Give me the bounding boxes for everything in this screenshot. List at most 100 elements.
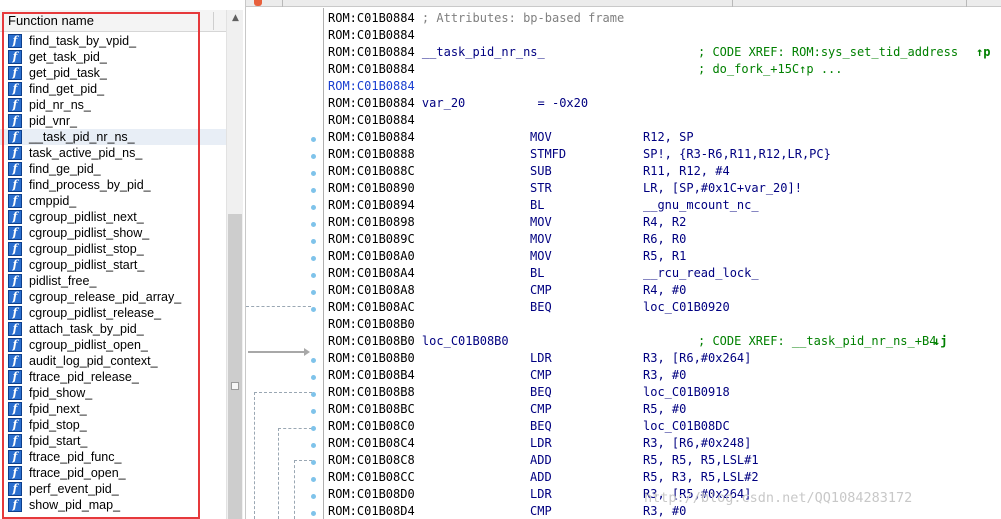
function-list-item[interactable]: f cgroup_release_pid_array_ xyxy=(0,289,226,305)
functions-window: Function name f find_task_by_vpid_ f get_ta… xyxy=(0,0,246,519)
disassembly-line[interactable]: ROM:C01B08CC ADD R5, R3, R5,LSL#2 xyxy=(328,469,998,486)
function-icon: f xyxy=(8,210,22,224)
disassembly-line[interactable]: ROM:C01B0884 ; do_fork_+15C↑p ... xyxy=(328,61,998,78)
disassembly-line[interactable]: ROM:C01B088C SUB R11, R12, #4 xyxy=(328,163,998,180)
xref-comment[interactable]: ; CODE XREF: __task_pid_nr_ns_+B4 xyxy=(698,333,936,350)
address-label: ROM:C01B088C xyxy=(328,164,415,178)
instruction-operands[interactable]: R3, [R6,#0x248] xyxy=(643,435,751,452)
function-list-scrollbar[interactable]: ▲ xyxy=(226,10,243,519)
disassembly-line[interactable]: ROM:C01B089C MOV R6, R0 xyxy=(328,231,998,248)
flow-line xyxy=(294,460,312,461)
function-list-item[interactable]: f pid_nr_ns_ xyxy=(0,97,226,113)
scroll-up-arrow-icon[interactable]: ▲ xyxy=(227,10,244,27)
instruction-operands[interactable]: LR, [SP,#0x1C+var_20]! xyxy=(643,180,802,197)
function-name-label: fpid_show_ xyxy=(29,386,93,400)
function-list-item[interactable]: f cgroup_pidlist_show_ xyxy=(0,225,226,241)
column-separator[interactable] xyxy=(213,12,214,30)
code-label[interactable]: __task_pid_nr_ns_ xyxy=(415,45,545,59)
disassembly-line[interactable]: ROM:C01B08B0 loc_C01B08B0 ; CODE XREF: __… xyxy=(328,333,998,350)
function-list-item[interactable]: f audit_log_pid_context_ xyxy=(0,353,226,369)
function-list-item[interactable]: f get_task_pid_ xyxy=(0,49,226,65)
instruction-operands[interactable]: R5, R3, R5,LSL#2 xyxy=(643,469,759,486)
address-label: ROM:C01B0888 xyxy=(328,147,415,161)
function-list-item[interactable]: f show_pid_map_ xyxy=(0,497,226,513)
disassembly-line[interactable]: ROM:C01B0884 xyxy=(328,78,998,95)
disassembly-line[interactable]: ROM:C01B0890 STR LR, [SP,#0x1C+var_20]! xyxy=(328,180,998,197)
instruction-operands[interactable]: R3, [R6,#0x264] xyxy=(643,350,751,367)
function-list-item[interactable]: f ftrace_pid_release_ xyxy=(0,369,226,385)
function-list-item[interactable]: f cgroup_pidlist_open_ xyxy=(0,337,226,353)
function-list-item[interactable]: f fpid_stop_ xyxy=(0,417,226,433)
function-list-item[interactable]: f cgroup_pidlist_start_ xyxy=(0,257,226,273)
function-list-item[interactable]: f __task_pid_nr_ns_ xyxy=(0,129,226,145)
instruction-operands[interactable]: R6, R0 xyxy=(643,231,686,248)
function-list-item[interactable]: f ftrace_pid_func_ xyxy=(0,449,226,465)
disassembly-view[interactable]: ROM:C01B0884 ; Attributes: bp-based fram… xyxy=(323,8,1001,519)
instruction-mnemonic: BL xyxy=(530,198,545,212)
function-list-item[interactable]: f attach_task_by_pid_ xyxy=(0,321,226,337)
function-list-item[interactable]: f pid_vnr_ xyxy=(0,113,226,129)
tab-active-indicator[interactable] xyxy=(254,0,262,6)
code-label[interactable]: loc_C01B08B0 xyxy=(415,334,509,348)
function-list-item[interactable]: f find_task_by_vpid_ xyxy=(0,33,226,49)
disassembly-line[interactable]: ROM:C01B08B4 CMP R3, #0 xyxy=(328,367,998,384)
disassembly-line[interactable]: ROM:C01B08A8 CMP R4, #0 xyxy=(328,282,998,299)
function-list-item[interactable]: f fpid_start_ xyxy=(0,433,226,449)
instruction-operands[interactable]: R5, R1 xyxy=(643,248,686,265)
instruction-operands[interactable]: R3, #0 xyxy=(643,367,686,384)
disassembly-line[interactable]: ROM:C01B0894 BL __gnu_mcount_nc_ xyxy=(328,197,998,214)
function-list-item[interactable]: f cmppid_ xyxy=(0,193,226,209)
disassembly-line[interactable]: ROM:C01B08B8 BEQ loc_C01B0918 xyxy=(328,384,998,401)
instruction-operands[interactable]: R12, SP xyxy=(643,129,694,146)
function-list-item[interactable]: f fpid_show_ xyxy=(0,385,226,401)
function-list-item[interactable]: f ftrace_pid_open_ xyxy=(0,465,226,481)
watermark-text: http://blog.csdn.net/QQ1084283172 xyxy=(644,490,913,506)
function-list-item[interactable]: f cgroup_pidlist_next_ xyxy=(0,209,226,225)
function-list-item[interactable]: f cgroup_pidlist_stop_ xyxy=(0,241,226,257)
xref-comment[interactable]: ; CODE XREF: ROM:sys_set_tid_address xyxy=(698,44,958,61)
function-list-item[interactable]: f task_active_pid_ns_ xyxy=(0,145,226,161)
instruction-operands[interactable]: loc_C01B0918 xyxy=(643,384,730,401)
instruction-operands[interactable]: R5, #0 xyxy=(643,401,686,418)
disassembly-line[interactable]: ROM:C01B0884 xyxy=(328,112,998,129)
disassembly-line[interactable]: ROM:C01B08B0 xyxy=(328,316,998,333)
disassembly-line[interactable]: ROM:C01B08AC BEQ loc_C01B0920 xyxy=(328,299,998,316)
disassembly-line[interactable]: ROM:C01B0888 STMFD SP!, {R3-R6,R11,R12,LR,… xyxy=(328,146,998,163)
instruction-operands[interactable]: loc_C01B08DC xyxy=(643,418,730,435)
function-list-item[interactable]: f find_ge_pid_ xyxy=(0,161,226,177)
disassembly-line[interactable]: ROM:C01B08B0 LDR R3, [R6,#0x264] xyxy=(328,350,998,367)
disassembly-line[interactable]: ROM:C01B08C4 LDR R3, [R6,#0x248] xyxy=(328,435,998,452)
flow-line xyxy=(278,428,279,519)
function-list-item[interactable]: f pidlist_free_ xyxy=(0,273,226,289)
disassembly-line[interactable]: ROM:C01B08C8 ADD R5, R5, R5,LSL#1 xyxy=(328,452,998,469)
function-list-item[interactable]: f find_get_pid_ xyxy=(0,81,226,97)
disassembly-line[interactable]: ROM:C01B0884 __task_pid_nr_ns_ ; CODE XRE… xyxy=(328,44,998,61)
function-list-item[interactable]: f cgroup_pidlist_release_ xyxy=(0,305,226,321)
xref-comment[interactable]: ; do_fork_+15C↑p ... xyxy=(698,61,843,78)
scrollbar-thumb[interactable] xyxy=(228,214,242,519)
function-list-item[interactable]: f find_process_by_pid_ xyxy=(0,177,226,193)
disassembly-line[interactable]: ROM:C01B08BC CMP R5, #0 xyxy=(328,401,998,418)
function-list-item[interactable]: f fpid_next_ xyxy=(0,401,226,417)
instruction-operands[interactable]: R5, R5, R5,LSL#1 xyxy=(643,452,759,469)
function-name-column-header[interactable]: Function name xyxy=(0,10,226,32)
instruction-operands[interactable]: loc_C01B0920 xyxy=(643,299,730,316)
disassembly-line[interactable]: ROM:C01B0884 xyxy=(328,27,998,44)
branch-marker-dot xyxy=(311,171,316,176)
disassembly-line[interactable]: ROM:C01B0884 MOV R12, SP xyxy=(328,129,998,146)
instruction-operands[interactable]: R11, R12, #4 xyxy=(643,163,730,180)
instruction-operands[interactable]: __gnu_mcount_nc_ xyxy=(643,197,759,214)
instruction-operands[interactable]: __rcu_read_lock_ xyxy=(643,265,759,282)
function-list-item[interactable]: f get_pid_task_ xyxy=(0,65,226,81)
disassembly-line[interactable]: ROM:C01B0884 ; Attributes: bp-based fram… xyxy=(328,10,998,27)
disassembly-line[interactable]: ROM:C01B08C0 BEQ loc_C01B08DC xyxy=(328,418,998,435)
instruction-operands[interactable]: R4, R2 xyxy=(643,214,686,231)
disassembly-line[interactable]: ROM:C01B08A4 BL __rcu_read_lock_ xyxy=(328,265,998,282)
disassembly-line[interactable]: ROM:C01B08A0 MOV R5, R1 xyxy=(328,248,998,265)
address-label: ROM:C01B08B4 xyxy=(328,368,415,382)
disassembly-line[interactable]: ROM:C01B0898 MOV R4, R2 xyxy=(328,214,998,231)
instruction-operands[interactable]: SP!, {R3-R6,R11,R12,LR,PC} xyxy=(643,146,831,163)
function-list-item[interactable]: f perf_event_pid_ xyxy=(0,481,226,497)
disassembly-line[interactable]: ROM:C01B0884 var_20 = -0x20 xyxy=(328,95,998,112)
instruction-operands[interactable]: R4, #0 xyxy=(643,282,686,299)
